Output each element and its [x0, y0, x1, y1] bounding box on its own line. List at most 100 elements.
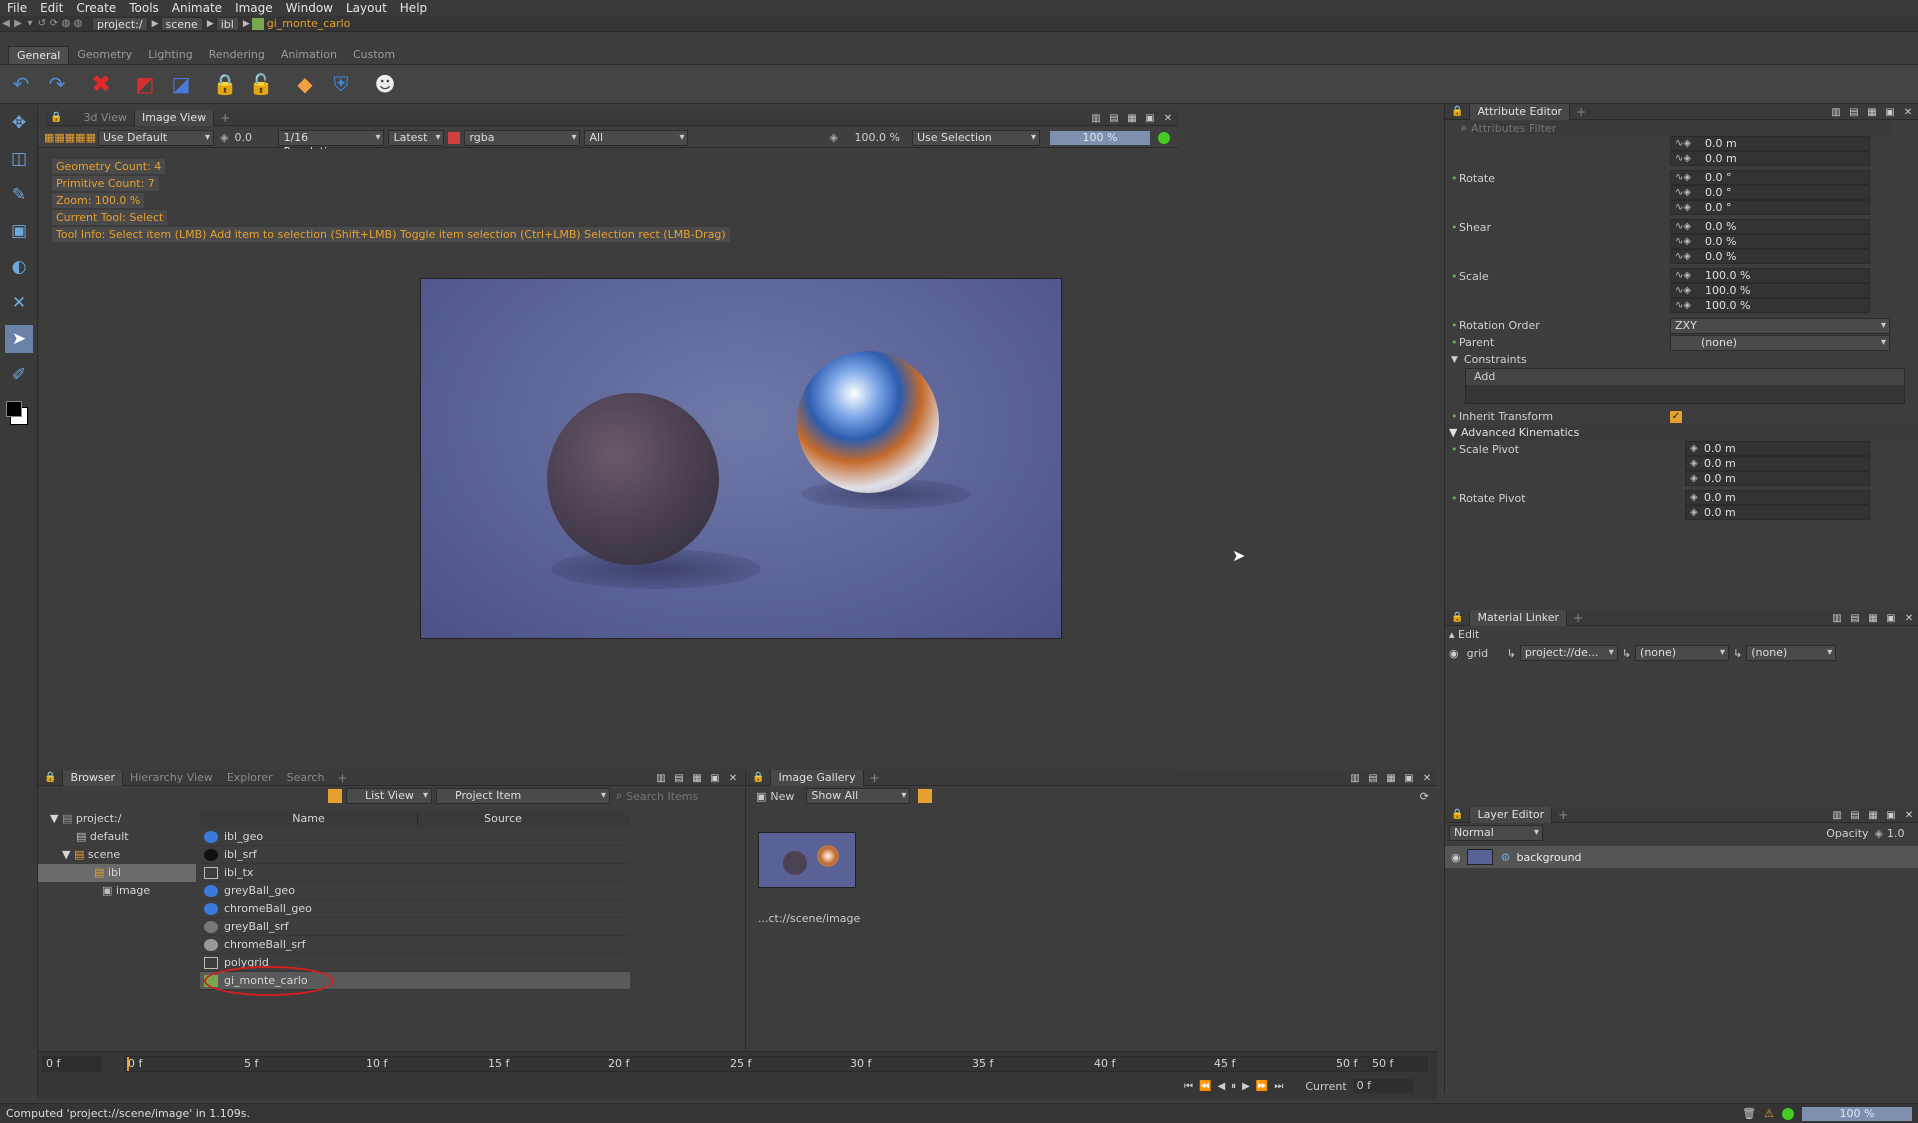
timeline-start-field[interactable]: 0 f: [42, 1056, 102, 1072]
timeline-scrubber[interactable]: [124, 1056, 1396, 1072]
group-icon[interactable]: ◩: [130, 69, 160, 99]
list-item[interactable]: greyBall_srf: [200, 918, 630, 936]
compare-icon[interactable]: [918, 789, 933, 803]
tree-item-project[interactable]: ▼ ▤ project:/: [46, 810, 196, 828]
layer-row[interactable]: ◉ ⚙ background: [1445, 846, 1918, 868]
maximize-icon[interactable]: ▣: [709, 773, 721, 784]
add-tab-icon[interactable]: +: [214, 111, 236, 125]
close-icon[interactable]: ✕: [1903, 613, 1915, 624]
scale-pivot-z[interactable]: ◈ 0.0 m: [1685, 471, 1870, 486]
split-h-icon[interactable]: ▥: [655, 773, 667, 784]
back-icon[interactable]: ◀: [0, 18, 12, 29]
shear-z[interactable]: ∿◈ 0.0 %: [1670, 249, 1870, 264]
resolution-select[interactable]: 1/16 Resolution: [278, 129, 385, 158]
list-item[interactable]: ibl_tx: [200, 864, 630, 882]
tab-explorer[interactable]: Explorer: [220, 770, 280, 786]
split-h-icon[interactable]: ▥: [1830, 107, 1842, 118]
preset-select[interactable]: Use Default: [98, 129, 214, 146]
timeline-end-field[interactable]: 50 f: [1368, 1056, 1428, 1072]
cube-tool-icon[interactable]: ◫: [5, 145, 33, 173]
attribute-filter-input[interactable]: [1471, 121, 1892, 135]
tree-item-default[interactable]: ▤ default: [46, 828, 196, 846]
expand-icon[interactable]: ▼: [1445, 355, 1458, 365]
tab-custom[interactable]: Custom: [345, 46, 403, 64]
last-frame-icon[interactable]: ⏭: [1274, 1081, 1283, 1092]
breadcrumb-scene[interactable]: scene: [160, 16, 203, 31]
tab-browser[interactable]: Browser: [62, 769, 124, 786]
refresh-icon[interactable]: ⟳: [1420, 790, 1429, 803]
tree-item-ibl[interactable]: ▤ ibl: [38, 864, 196, 882]
material-select[interactable]: project://de...: [1519, 645, 1618, 661]
gallery-thumbnail[interactable]: [758, 832, 856, 888]
add-tab-icon[interactable]: +: [864, 771, 886, 785]
rotation-order-select[interactable]: ZXY: [1670, 317, 1890, 334]
history-icon[interactable]: ▾: [24, 18, 36, 29]
tree-item-scene[interactable]: ▼ ▤ scene: [46, 846, 196, 864]
search-items-input[interactable]: [626, 788, 711, 804]
prev-key-icon[interactable]: ⏪: [1199, 1081, 1211, 1092]
tab-search[interactable]: Search: [280, 770, 332, 786]
new-button[interactable]: New: [770, 790, 794, 803]
scale-z[interactable]: ∿◈ 100.0 %: [1670, 298, 1870, 313]
play-icon[interactable]: ▶: [1242, 1081, 1250, 1092]
eye-icon[interactable]: ◉: [1449, 647, 1459, 660]
slot2-select[interactable]: (none): [1635, 645, 1730, 661]
list-item[interactable]: chromeBall_geo: [200, 900, 630, 918]
ungroup-icon[interactable]: ◪: [166, 69, 196, 99]
shield-icon[interactable]: ⛨: [326, 69, 356, 99]
blend-mode-select[interactable]: Normal: [1449, 825, 1543, 841]
lock-icon[interactable]: 🔒: [46, 112, 66, 123]
version-select[interactable]: Latest: [388, 129, 445, 146]
reload-icon[interactable]: ↺: [36, 18, 48, 29]
lock-icon[interactable]: 🔒: [210, 69, 240, 99]
tree-item-image[interactable]: ▣ image: [46, 882, 196, 900]
close-icon[interactable]: ✕: [727, 773, 739, 784]
current-frame-field[interactable]: 0 f: [1352, 1079, 1413, 1093]
face-icon[interactable]: ☻: [370, 69, 400, 99]
menu-edit[interactable]: Edit: [33, 0, 69, 16]
tab-geometry[interactable]: Geometry: [69, 46, 140, 64]
box-icon[interactable]: ◆: [290, 69, 320, 99]
view-options-icons[interactable]: ▦▦▦▦▦: [38, 131, 96, 144]
translate-z[interactable]: ∿◈ 0.0 m: [1670, 151, 1870, 166]
selection-select[interactable]: Use Selection: [912, 129, 1040, 146]
breadcrumb-current[interactable]: gi_monte_carlo: [267, 17, 351, 30]
rotate-pivot-x[interactable]: ◈ 0.0 m: [1685, 490, 1870, 505]
split-v-icon[interactable]: ▤: [673, 773, 685, 784]
tab-lighting[interactable]: Lighting: [140, 46, 200, 64]
undo-icon[interactable]: ↶: [6, 69, 36, 99]
list-item[interactable]: ibl_geo: [200, 828, 630, 846]
tab-animation[interactable]: Animation: [273, 46, 345, 64]
tab-hierarchy-view[interactable]: Hierarchy View: [123, 770, 220, 786]
close-icon[interactable]: ✕: [1162, 113, 1174, 124]
split-icon[interactable]: ▦: [691, 773, 703, 784]
move-tool-icon[interactable]: ✕: [5, 289, 33, 317]
tab-rendering[interactable]: Rendering: [201, 46, 273, 64]
close-icon[interactable]: ✕: [1902, 107, 1914, 118]
forward-icon[interactable]: ▶: [12, 18, 24, 29]
scale-x[interactable]: ∿◈ 100.0 %: [1670, 268, 1870, 283]
item-filter-select[interactable]: Project Item: [436, 788, 610, 804]
split-h-icon[interactable]: ▥: [1831, 613, 1843, 624]
trash-icon[interactable]: 🗑: [1742, 1107, 1756, 1120]
transform-tool-icon[interactable]: ✥: [5, 109, 33, 137]
scale-pivot-x[interactable]: ◈ 0.0 m: [1685, 441, 1870, 456]
material-linker-edit-menu[interactable]: ▴ Edit: [1449, 628, 1479, 641]
next-key-icon[interactable]: ⏩: [1256, 1081, 1268, 1092]
show-select[interactable]: Show All: [806, 788, 911, 804]
list-item-selected[interactable]: gi_monte_carlo: [200, 966, 630, 996]
tab-3d-view[interactable]: 3d View: [76, 110, 134, 126]
refresh-icon[interactable]: ⟳: [48, 18, 60, 29]
menu-layout[interactable]: Layout: [339, 0, 393, 16]
add-tab-icon[interactable]: +: [1567, 611, 1589, 625]
column-source[interactable]: Source: [418, 812, 588, 825]
split-icon[interactable]: ▦: [1126, 113, 1138, 124]
split-v-icon[interactable]: ▤: [1849, 810, 1861, 821]
lock-icon[interactable]: 🔒: [1445, 809, 1469, 820]
add-constraint-button[interactable]: Add: [1466, 369, 1904, 385]
inherit-transform-checkbox[interactable]: ✓: [1670, 410, 1682, 423]
paint-tool-icon[interactable]: ▣: [5, 217, 33, 245]
list-item[interactable]: ibl_srf: [200, 846, 630, 864]
column-name[interactable]: Name: [200, 812, 418, 825]
color-swatch[interactable]: [4, 397, 34, 427]
